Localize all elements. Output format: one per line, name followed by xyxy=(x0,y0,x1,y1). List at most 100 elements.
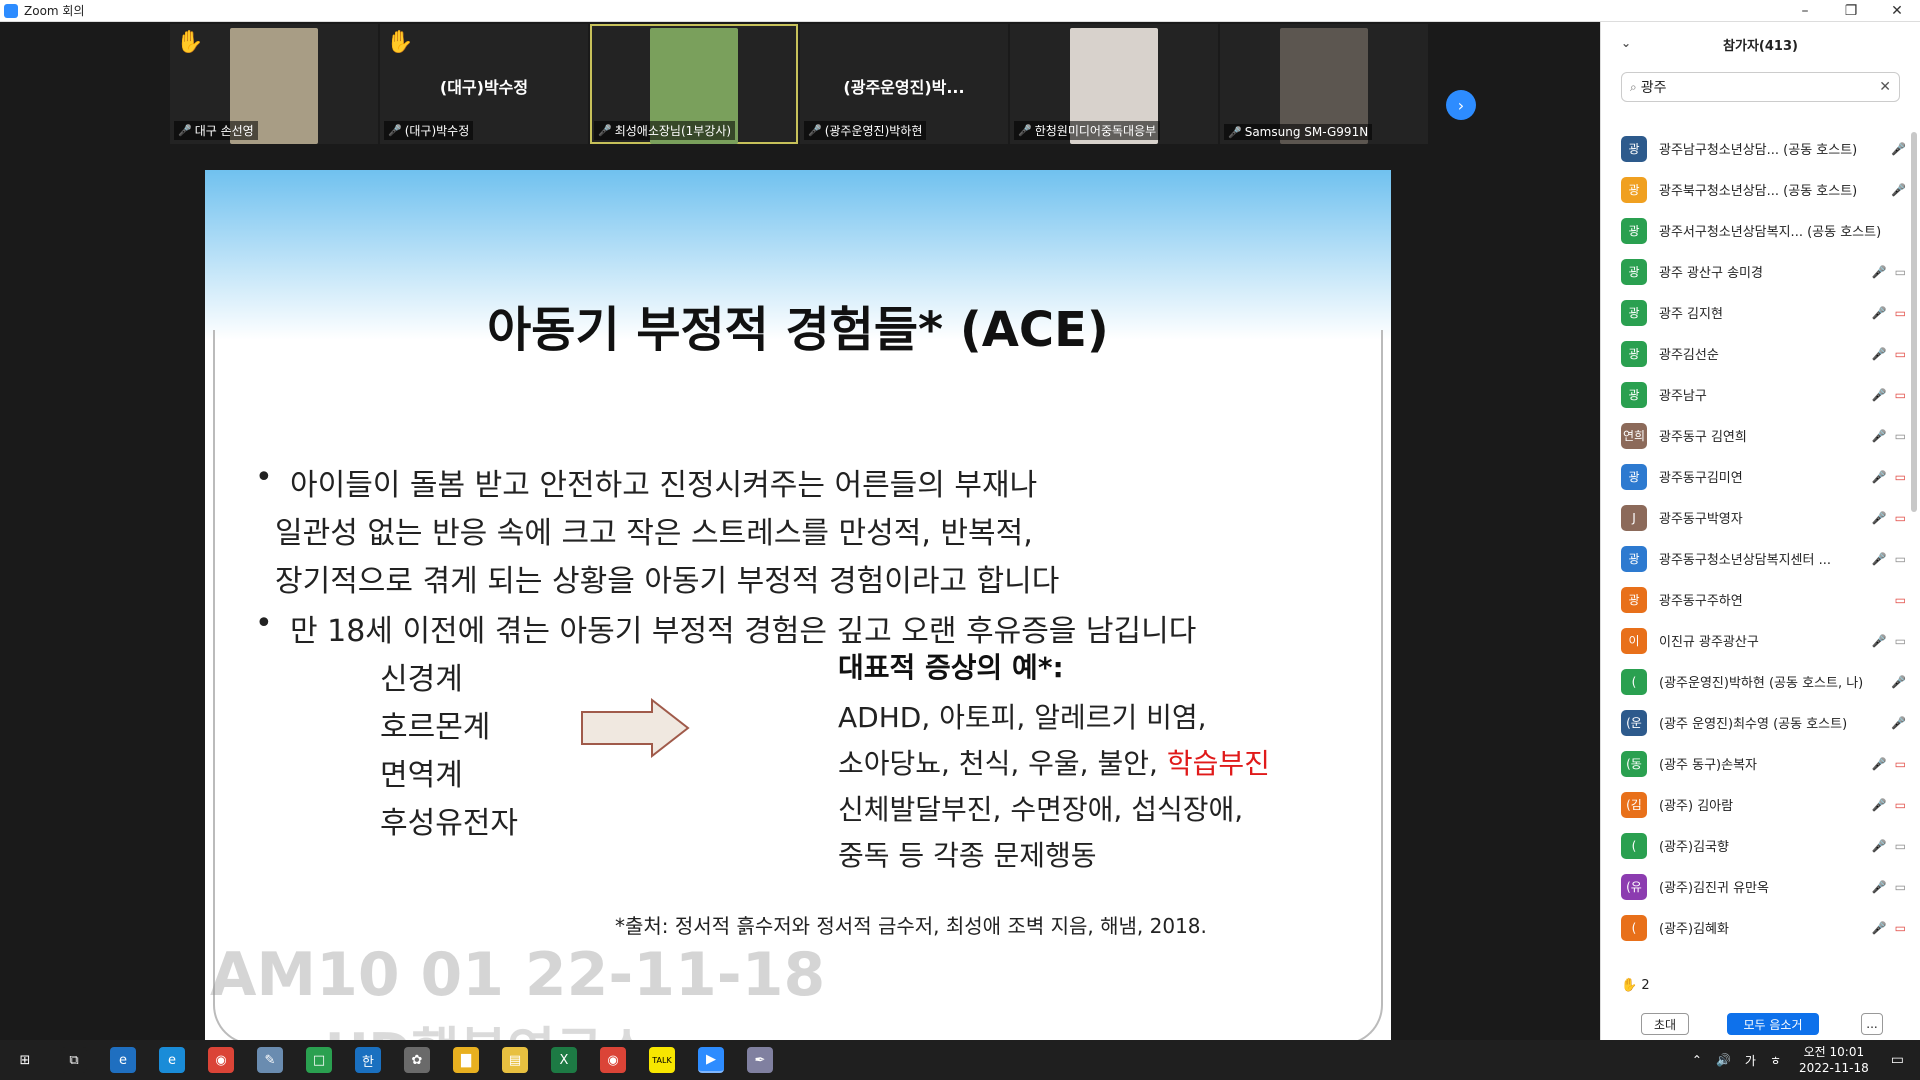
video-off-icon[interactable]: ▭ xyxy=(1895,921,1906,935)
kakaotalk-icon[interactable]: TALK xyxy=(649,1047,675,1073)
video-off-icon[interactable]: ▭ xyxy=(1895,347,1906,361)
mic-off-icon[interactable]: 🎤 xyxy=(1872,880,1887,894)
video-off-icon[interactable]: ▭ xyxy=(1895,388,1906,402)
paint-icon[interactable]: ✿ xyxy=(404,1047,430,1073)
video-on-icon[interactable]: ▭ xyxy=(1895,839,1906,853)
participant-row[interactable]: (유 (광주)김진귀 유만옥 🎤 ▭ xyxy=(1621,866,1906,907)
video-off-icon[interactable]: ▭ xyxy=(1895,798,1906,812)
minimize-button[interactable]: – xyxy=(1782,0,1828,22)
mic-off-icon[interactable]: 🎤 xyxy=(1872,429,1887,443)
mic-off-icon[interactable]: 🎤 xyxy=(1872,921,1887,935)
participant-row[interactable]: 광 광주동구청소년상담복지센터 ... 🎤 ▭ xyxy=(1621,538,1906,579)
participant-list-scrollbar[interactable] xyxy=(1911,132,1917,512)
mic-off-icon[interactable]: 🎤 xyxy=(1872,511,1887,525)
participant-row[interactable]: (동 (광주 동구)손복자 🎤 ▭ xyxy=(1621,743,1906,784)
participant-row[interactable]: 광 광주서구청소년상담복지... (공동 호스트) xyxy=(1621,210,1906,251)
system-tray: ⌃ 🔊 가 ㅎ 오전 10:01 2022-11-18 ▭ xyxy=(1678,1040,1920,1080)
app-icon[interactable]: □ xyxy=(306,1047,332,1073)
participant-row[interactable]: 광 광주 광산구 송미경 🎤 ▭ xyxy=(1621,251,1906,292)
bullet1-line2: 일관성 없는 반응 속에 크고 작은 스트레스를 만성적, 반복적, xyxy=(275,516,1033,551)
participant-row[interactable]: 이 이진규 광주광산구 🎤 ▭ xyxy=(1621,620,1906,661)
video-on-icon[interactable]: ▭ xyxy=(1895,880,1906,894)
symptom-line2-text: 소아당뇨, 천식, 우울, 불안, xyxy=(838,747,1167,780)
participant-row[interactable]: 광 광주남구청소년상담... (공동 호스트) 🎤 xyxy=(1621,128,1906,169)
video-off-icon[interactable]: ▭ xyxy=(1895,757,1906,771)
pen-icon[interactable]: ✒ xyxy=(747,1047,773,1073)
mic-off-icon[interactable]: 🎤 xyxy=(1872,347,1887,361)
edge-icon[interactable]: e xyxy=(159,1047,185,1073)
participant-row[interactable]: 광 광주남구 🎤 ▭ xyxy=(1621,374,1906,415)
video-tile[interactable]: (광주운영진)박... 🎤 (광주운영진)박하현 xyxy=(800,24,1008,144)
more-options-button[interactable]: ... xyxy=(1861,1013,1883,1035)
video-tile[interactable]: 🎤 한청원미디어중독대응부 xyxy=(1010,24,1218,144)
video-off-icon[interactable]: ▭ xyxy=(1895,470,1906,484)
mic-off-icon: 🎤 xyxy=(178,124,192,137)
raised-hand-icon: ✋ xyxy=(176,30,204,55)
mic-off-icon[interactable]: 🎤 xyxy=(1891,675,1906,689)
participant-row[interactable]: 광 광주 김지현 🎤 ▭ xyxy=(1621,292,1906,333)
hwp-icon[interactable]: 한 xyxy=(355,1047,381,1073)
chrome2-icon[interactable]: ◉ xyxy=(600,1047,626,1073)
participant-search-input[interactable]: ⌕ 광주 ✕ xyxy=(1621,72,1900,102)
mic-off-icon[interactable]: 🎤 xyxy=(1872,839,1887,853)
participant-row[interactable]: 광 광주동구주하연 ▭ xyxy=(1621,579,1906,620)
video-on-icon[interactable]: ▭ xyxy=(1895,634,1906,648)
mic-off-icon[interactable]: 🎤 xyxy=(1891,716,1906,730)
close-button[interactable]: ✕ xyxy=(1874,0,1920,22)
keyboard-icon[interactable]: ㅎ xyxy=(1770,1052,1781,1069)
ie-icon[interactable]: e xyxy=(110,1047,136,1073)
invite-button[interactable]: 초대 xyxy=(1641,1013,1689,1035)
task-view-icon[interactable]: ⧉ xyxy=(61,1047,87,1073)
explorer-icon[interactable]: ▇ xyxy=(453,1047,479,1073)
video-on-icon[interactable]: ▭ xyxy=(1895,265,1906,279)
video-on-icon[interactable]: ▭ xyxy=(1895,429,1906,443)
video-on-icon[interactable]: ▭ xyxy=(1895,552,1906,566)
next-page-button[interactable]: › xyxy=(1446,90,1476,120)
clock[interactable]: 오전 10:01 2022-11-18 xyxy=(1799,1044,1869,1076)
participant-row[interactable]: 광 광주북구청소년상담... (공동 호스트) 🎤 xyxy=(1621,169,1906,210)
video-tile[interactable]: (대구)박수정 ✋ 🎤 (대구)박수정 xyxy=(380,24,588,144)
participant-row[interactable]: ((광주운영진)박하현 (공동 호스트, 나) 🎤 xyxy=(1621,661,1906,702)
mic-off-icon[interactable]: 🎤 xyxy=(1872,388,1887,402)
chevron-down-icon[interactable]: ⌄ xyxy=(1621,36,1631,50)
mic-off-icon[interactable]: 🎤 xyxy=(1891,142,1906,156)
participant-row[interactable]: J 광주동구박영자 🎤 ▭ xyxy=(1621,497,1906,538)
participant-row[interactable]: ((광주)김국향 🎤 ▭ xyxy=(1621,825,1906,866)
clear-search-icon[interactable]: ✕ xyxy=(1879,79,1891,95)
mic-off-icon[interactable]: 🎤 xyxy=(1872,634,1887,648)
participant-row[interactable]: (김 (광주) 김아람 🎤 ▭ xyxy=(1621,784,1906,825)
notes-icon[interactable]: ✎ xyxy=(257,1047,283,1073)
ime-indicator[interactable]: 가 xyxy=(1745,1052,1756,1069)
participant-row[interactable]: 광 광주동구김미연 🎤 ▭ xyxy=(1621,456,1906,497)
start-icon[interactable]: ⊞ xyxy=(12,1047,38,1073)
search-icon: ⌕ xyxy=(1630,79,1637,94)
video-tile[interactable]: 🎤 Samsung SM-G991N xyxy=(1220,24,1428,144)
participant-row[interactable]: 연희 광주동구 김연희 🎤 ▭ xyxy=(1621,415,1906,456)
video-off-icon[interactable]: ▭ xyxy=(1895,511,1906,525)
video-tile[interactable]: 🎤 최성애소장님(1부강사) xyxy=(590,24,798,144)
notification-icon[interactable]: ▭ xyxy=(1891,1052,1904,1068)
mute-all-button[interactable]: 모두 음소거 xyxy=(1727,1013,1819,1035)
chrome-icon[interactable]: ◉ xyxy=(208,1047,234,1073)
participant-name: 광주동구 김연희 xyxy=(1659,430,1747,445)
video-off-icon[interactable]: ▭ xyxy=(1895,306,1906,320)
mic-off-icon[interactable]: 🎤 xyxy=(1872,470,1887,484)
participant-row[interactable]: (운 (광주 운영진)최수영 (공동 호스트) 🎤 xyxy=(1621,702,1906,743)
volume-icon[interactable]: 🔊 xyxy=(1716,1053,1731,1067)
excel-icon[interactable]: X xyxy=(551,1047,577,1073)
mic-off-icon[interactable]: 🎤 xyxy=(1872,552,1887,566)
video-off-icon[interactable]: ▭ xyxy=(1895,593,1906,607)
mic-off-icon[interactable]: 🎤 xyxy=(1891,183,1906,197)
zoom-icon[interactable]: ▶ xyxy=(698,1047,724,1073)
mic-off-icon[interactable]: 🎤 xyxy=(1872,757,1887,771)
mic-off-icon[interactable]: 🎤 xyxy=(1872,265,1887,279)
tray-chevron-icon[interactable]: ⌃ xyxy=(1692,1053,1702,1067)
avatar: 광 xyxy=(1621,176,1647,203)
restore-button[interactable]: ❐ xyxy=(1828,0,1874,22)
participant-row[interactable]: 광 광주김선순 🎤 ▭ xyxy=(1621,333,1906,374)
files-icon[interactable]: ▤ xyxy=(502,1047,528,1073)
mic-off-icon[interactable]: 🎤 xyxy=(1872,798,1887,812)
video-tile[interactable]: ✋ 🎤 대구 손선영 xyxy=(170,24,378,144)
participant-row[interactable]: ((광주)김혜화 🎤 ▭ xyxy=(1621,907,1906,948)
mic-off-icon[interactable]: 🎤 xyxy=(1872,306,1887,320)
